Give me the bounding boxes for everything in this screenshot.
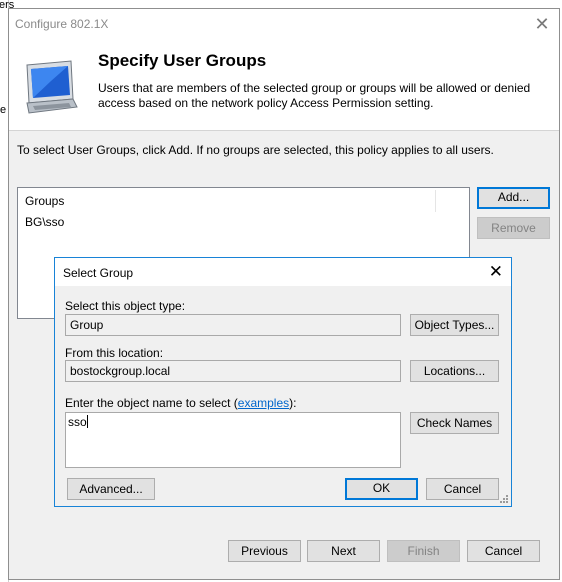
check-names-button[interactable]: Check Names [410, 412, 499, 434]
location-field: bostockgroup.local [65, 360, 401, 382]
column-divider[interactable] [435, 190, 436, 212]
location-label: From this location: [65, 346, 164, 360]
add-button[interactable]: Add... [477, 187, 550, 209]
page-title: Specify User Groups [98, 51, 267, 70]
window-title: Configure 802.1X [15, 17, 109, 31]
advanced-button[interactable]: Advanced... [67, 478, 155, 500]
next-button[interactable]: Next [307, 540, 380, 562]
cancel-button[interactable]: Cancel [467, 540, 540, 562]
object-types-button[interactable]: Object Types... [410, 314, 499, 336]
select-group-dialog: Select Group ✕ Select this object type: … [54, 257, 512, 507]
resize-grip-icon[interactable] [499, 494, 509, 504]
object-type-field: Group [65, 314, 401, 336]
object-name-label: Enter the object name to select (example… [65, 396, 296, 410]
object-name-value: sso [68, 415, 87, 429]
window-close-icon[interactable]: ✕ [531, 13, 553, 35]
groups-column-header[interactable]: Groups [25, 194, 64, 208]
object-type-label: Select this object type: [65, 299, 186, 313]
wizard-header: Specify User Groups Users that are membe… [9, 39, 559, 131]
ok-button[interactable]: OK [345, 478, 418, 500]
page-description: Users that are members of the selected g… [98, 81, 531, 110]
dialog-title: Select Group [63, 266, 134, 280]
list-item[interactable]: BG\sso [25, 215, 64, 229]
background-text: e [0, 104, 7, 116]
examples-link[interactable]: examples [238, 396, 289, 410]
dialog-titlebar: Select Group ✕ [55, 258, 511, 286]
dialog-close-icon[interactable]: ✕ [489, 262, 503, 282]
previous-button[interactable]: Previous [228, 540, 301, 562]
configure-8021x-window: Configure 802.1X ✕ Specify User Groups U… [8, 8, 560, 580]
object-name-label-text: Enter the object name to select ( [65, 396, 238, 410]
location-value: bostockgroup.local [70, 364, 171, 378]
remove-button[interactable]: Remove [477, 217, 550, 239]
instruction-text: To select User Groups, click Add. If no … [17, 143, 494, 157]
monitor-icon [26, 60, 78, 114]
dialog-cancel-button[interactable]: Cancel [426, 478, 499, 500]
locations-button[interactable]: Locations... [410, 360, 499, 382]
object-type-value: Group [70, 318, 104, 332]
text-cursor [86, 415, 88, 428]
object-name-label-suffix: ): [289, 396, 297, 410]
window-titlebar: Configure 802.1X ✕ [9, 9, 559, 39]
object-name-input[interactable]: sso [65, 412, 401, 468]
finish-button[interactable]: Finish [387, 540, 460, 562]
